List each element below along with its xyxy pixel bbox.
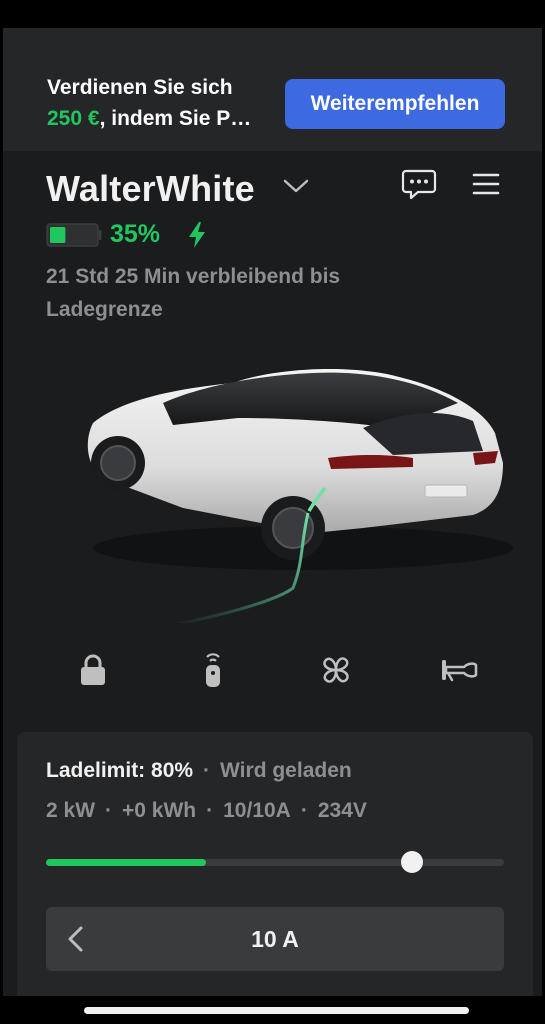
charge-voltage: 234V	[317, 799, 367, 822]
app-screen: Verdienen Sie sich 250 €, indem Sie P… W…	[3, 28, 542, 996]
horn-icon	[442, 660, 478, 682]
referral-line2: , indem Sie P…	[99, 107, 252, 130]
home-indicator[interactable]	[84, 1007, 469, 1014]
car-image	[87, 368, 513, 623]
charge-limit-line: Ladelimit: 80% · Wird geladen	[46, 759, 352, 783]
charge-current: 10/10A	[223, 799, 291, 822]
fan-icon	[323, 657, 349, 683]
chevron-down-icon[interactable]	[282, 176, 310, 196]
remote-button[interactable]	[193, 648, 233, 692]
charge-level-fill	[46, 859, 207, 866]
separator-dot: ·	[203, 759, 211, 782]
charging-stats: 2 kW · +0 kWh · 10/10A · 234V	[46, 799, 367, 823]
separator-dot: ·	[206, 799, 214, 822]
referral-text: Verdienen Sie sich 250 €, indem Sie P…	[47, 72, 251, 134]
chat-icon[interactable]	[401, 168, 437, 200]
charge-energy: +0 kWh	[122, 799, 197, 822]
charge-power: 2 kW	[46, 799, 96, 822]
charge-current-value: 10 A	[251, 926, 299, 952]
charge-limit-slider[interactable]	[46, 851, 504, 873]
charging-bolt-icon	[189, 222, 205, 248]
referral-line1: Verdienen Sie sich	[47, 76, 233, 99]
charge-time-remaining: 21 Std 25 Min verbleibend bis Ladegrenze	[46, 265, 341, 321]
horn-button[interactable]	[439, 648, 479, 692]
charge-limit-thumb[interactable]	[401, 851, 424, 873]
charging-status: Wird geladen	[220, 759, 352, 782]
vehicle-name[interactable]: WalterWhite	[46, 168, 255, 210]
charging-panel: Ladelimit: 80% · Wird geladen 2 kW · +0 kWh ·…	[17, 732, 533, 996]
lock-button[interactable]	[73, 648, 113, 692]
separator-dot: ·	[300, 799, 308, 822]
charge-limit-label: Ladelimit: 80%	[46, 759, 194, 782]
menu-icon[interactable]	[472, 172, 500, 196]
refer-button[interactable]: Weiterempfehlen	[285, 79, 505, 129]
lock-icon	[81, 654, 105, 685]
quick-controls	[3, 648, 542, 698]
charge-current-control: 10 A	[46, 907, 504, 971]
referral-amount: 250 €	[47, 107, 100, 130]
battery-icon	[46, 223, 102, 247]
climate-button[interactable]	[316, 648, 356, 692]
remote-icon	[206, 653, 220, 687]
battery-percent: 35%	[110, 220, 161, 248]
referral-banner: Verdienen Sie sich 250 €, indem Sie P… W…	[3, 28, 542, 151]
separator-dot: ·	[105, 799, 113, 822]
